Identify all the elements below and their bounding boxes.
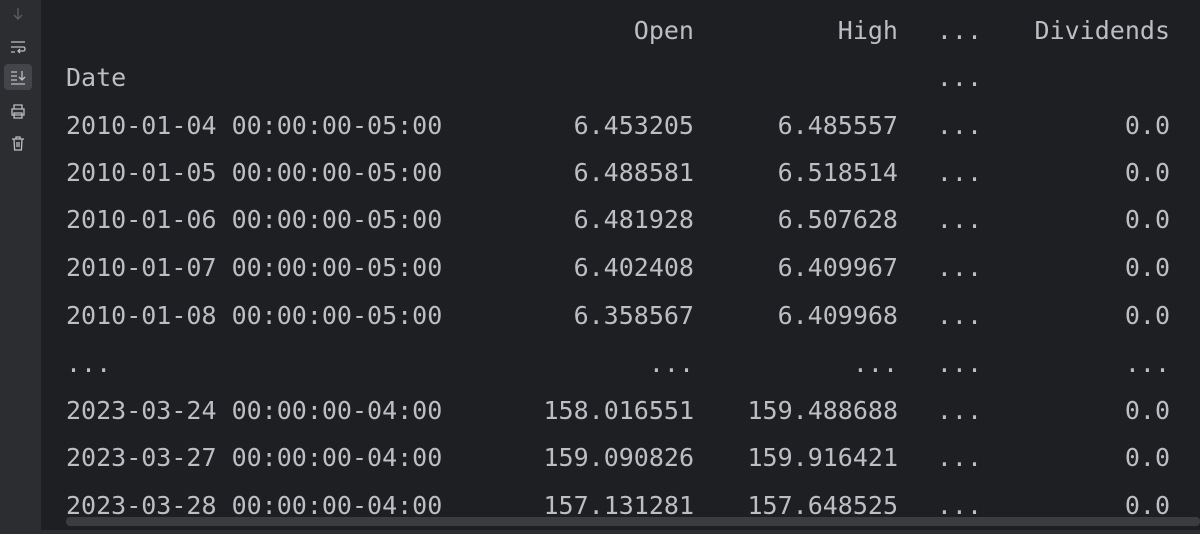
scroll-to-end-button[interactable] [4,64,32,90]
print-button[interactable] [4,98,32,124]
cell-open: 6.402408 [573,253,694,282]
table-row: 2023-03-27 00:00:00-04:00 159.090826 159… [66,438,1200,478]
cell-high: 6.507628 [777,205,898,234]
cell-dividends: 0.0 [1124,253,1170,282]
table-row: 2010-01-07 00:00:00-05:00 6.402408 6.409… [66,248,1200,288]
cell-open: 6.453205 [573,111,694,140]
clear-all-button[interactable] [4,130,32,156]
table-row: 2010-01-08 00:00:00-05:00 6.358567 6.409… [66,296,1200,336]
cell-date: ... [66,349,112,378]
table-row-truncated: ... ... ... ... ... [66,344,1200,384]
cell-high: 159.916421 [747,443,898,472]
print-icon [11,104,25,119]
cell-date: 2010-01-04 00:00:00-05:00 [66,111,443,140]
cell-high: 159.488688 [747,396,898,425]
cell-date: 2010-01-06 00:00:00-05:00 [66,205,443,234]
table-row: 2010-01-06 00:00:00-05:00 6.481928 6.507… [66,200,1200,240]
run-console-window: Open High ... Dividends Date ... 2010-01… [0,0,1200,534]
cell-ellipsis: ... [936,253,982,282]
cell-high: ... [852,349,898,378]
cell-ellipsis: ... [936,396,982,425]
cell-open: 158.016551 [543,396,694,425]
cell-open: 6.481928 [573,205,694,234]
index-label-row: Date ... [66,58,1200,98]
cell-date: 2010-01-07 00:00:00-05:00 [66,253,443,282]
cell-dividends: 0.0 [1124,205,1170,234]
cell-high: 6.518514 [777,158,898,187]
console-toolbar [0,0,41,534]
soft-wrap-icon [11,41,26,54]
cell-dividends: 0.0 [1124,396,1170,425]
cell-open: ... [648,349,694,378]
table-row: 2023-03-24 00:00:00-04:00 158.016551 159… [66,391,1200,431]
header-open: Open [633,16,694,45]
cell-ellipsis: ... [936,111,982,140]
cell-date: 2023-03-24 00:00:00-04:00 [66,396,443,425]
cell-ellipsis: ... [936,349,982,378]
cell-high: 6.409967 [777,253,898,282]
header-high: High [837,16,898,45]
soft-wrap-button[interactable] [4,34,32,60]
cell-high: 6.485557 [777,111,898,140]
cell-dividends: 0.0 [1124,301,1170,330]
cell-date: 2010-01-08 00:00:00-05:00 [66,301,443,330]
console-output[interactable]: Open High ... Dividends Date ... 2010-01… [66,0,1200,534]
cell-high: 6.409968 [777,301,898,330]
horizontal-scrollbar[interactable] [66,517,1200,526]
cell-ellipsis: ... [936,205,982,234]
scroll-down-icon [13,8,23,20]
cell-open: 159.090826 [543,443,694,472]
cell-ellipsis: ... [936,158,982,187]
cell-ellipsis: ... [936,443,982,472]
scroll-to-end-icon [11,71,26,85]
index-label-ellipsis: ... [936,63,982,92]
cell-date: 2023-03-27 00:00:00-04:00 [66,443,443,472]
cell-open: 6.358567 [573,301,694,330]
cell-dividends: 0.0 [1124,158,1170,187]
cell-ellipsis: ... [936,301,982,330]
cell-dividends: 0.0 [1124,111,1170,140]
table-row: 2010-01-05 00:00:00-05:00 6.488581 6.518… [66,153,1200,193]
column-header-row: Open High ... Dividends [66,11,1200,51]
cell-open: 6.488581 [573,158,694,187]
header-dividends: Dividends [1034,16,1170,45]
index-label-date: Date [66,63,127,92]
table-row: 2010-01-04 00:00:00-05:00 6.453205 6.485… [66,106,1200,146]
cell-dividends: ... [1124,349,1170,378]
cell-date: 2010-01-05 00:00:00-05:00 [66,158,443,187]
header-ellipsis: ... [936,16,982,45]
scroll-down-button[interactable] [4,1,32,27]
cell-dividends: 0.0 [1124,443,1170,472]
bottom-divider [0,530,1200,534]
trash-icon [12,136,24,151]
